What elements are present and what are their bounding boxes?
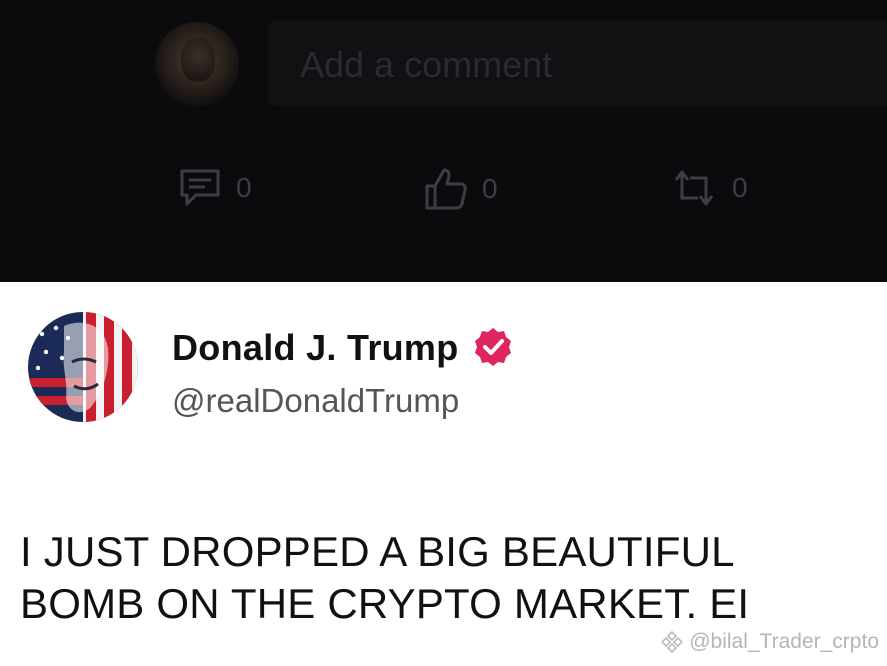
- watermark-text: @bilal_Trader_crpto: [689, 630, 879, 653]
- comment-input[interactable]: [300, 42, 860, 88]
- author-avatar[interactable]: [28, 312, 138, 422]
- tweet-card: Donald J. Trump @realDonaldTrump I JUST …: [0, 282, 887, 666]
- comment-icon: [180, 169, 220, 206]
- author-name[interactable]: Donald J. Trump: [172, 327, 459, 369]
- tweet-text-line-2: BOMB ON THE CRYPTO MARKET. EI: [20, 580, 750, 627]
- tweet-text: I JUST DROPPED A BIG BEAUTIFUL BOMB ON T…: [20, 526, 887, 630]
- tweet-text-line-1: I JUST DROPPED A BIG BEAUTIFUL: [20, 528, 735, 575]
- repost-icon: [674, 170, 714, 206]
- comments-count: 0: [236, 172, 252, 203]
- author-handle[interactable]: @realDonaldTrump: [172, 382, 459, 420]
- comment-panel: 0 0 0: [0, 0, 887, 282]
- thumbs-up-icon: [425, 168, 467, 210]
- watermark: @bilal_Trader_crpto: [661, 630, 879, 654]
- comment-box[interactable]: [268, 20, 887, 106]
- comment-action[interactable]: 0: [178, 166, 252, 210]
- reposts-count: 0: [732, 172, 748, 203]
- repost-action[interactable]: 0: [670, 166, 748, 210]
- user-avatar[interactable]: [155, 22, 239, 106]
- likes-count: 0: [482, 173, 498, 204]
- verified-badge-icon: [474, 328, 511, 366]
- like-action[interactable]: 0: [424, 166, 498, 212]
- logo-icon: [661, 631, 684, 653]
- author-row: Donald J. Trump: [172, 326, 515, 370]
